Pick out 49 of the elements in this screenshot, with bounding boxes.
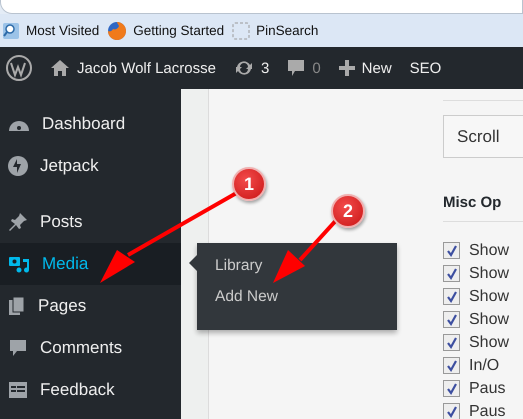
scroll-button[interactable]: Scroll: [443, 115, 523, 158]
option-label: Show: [469, 264, 510, 282]
option-label: Paus: [469, 380, 506, 398]
dashed-square-icon: [232, 22, 250, 40]
menu-item[interactable]: Jetpack: [0, 145, 181, 187]
checkbox[interactable]: [443, 403, 460, 419]
pin-icon: [8, 212, 28, 232]
menu-item[interactable]: Media: [0, 243, 181, 285]
submenu-link[interactable]: Library: [215, 253, 262, 279]
menu-item[interactable]: Dashboard: [0, 103, 181, 145]
home-icon: [50, 59, 70, 77]
submenu-link[interactable]: Add New: [215, 284, 278, 310]
bookmark-link[interactable]: Most Visited: [26, 23, 100, 38]
menu-item[interactable]: Pages: [0, 285, 181, 327]
magnifier-icon: [2, 22, 20, 40]
comment-icon: [8, 338, 28, 358]
option-label: In/O: [469, 356, 500, 374]
site-link[interactable]: Jacob Wolf Lacrosse: [77, 60, 216, 76]
checkbox[interactable]: [443, 334, 460, 351]
menu-item[interactable]: Comments: [0, 327, 181, 369]
option-label: Paus: [469, 402, 506, 419]
checkbox[interactable]: [443, 380, 460, 397]
comment-icon: [287, 59, 306, 77]
plus-icon: [338, 60, 355, 76]
checkbox[interactable]: [443, 357, 460, 374]
pages-icon: [8, 296, 26, 316]
seo-link[interactable]: SEO: [410, 60, 442, 76]
globe-icon: [107, 20, 128, 40]
checkbox[interactable]: [443, 265, 460, 282]
checkbox[interactable]: [443, 288, 460, 305]
comments-count[interactable]: 0: [312, 60, 321, 76]
option-label: Show: [469, 334, 510, 352]
option-label: Show: [469, 288, 510, 306]
checkbox[interactable]: [443, 242, 460, 259]
refresh-icon: [234, 59, 254, 77]
menu-item[interactable]: Feedback: [0, 369, 181, 411]
updates-count[interactable]: 3: [260, 60, 270, 76]
bolt-icon: [8, 156, 28, 176]
feedback-icon: [8, 381, 28, 399]
new-link[interactable]: New: [362, 60, 392, 76]
option-label: Show: [469, 310, 510, 328]
camera-music-icon: [8, 254, 30, 274]
bookmark-link[interactable]: Getting Started: [133, 23, 224, 38]
bookmark-link[interactable]: PinSearch: [256, 23, 318, 38]
option-label: Show: [469, 242, 510, 260]
menu-item[interactable]: Posts: [0, 201, 181, 243]
checkbox[interactable]: [443, 311, 460, 328]
section-title: Misc Op: [443, 194, 502, 211]
wordpress-logo-icon[interactable]: [6, 55, 32, 81]
